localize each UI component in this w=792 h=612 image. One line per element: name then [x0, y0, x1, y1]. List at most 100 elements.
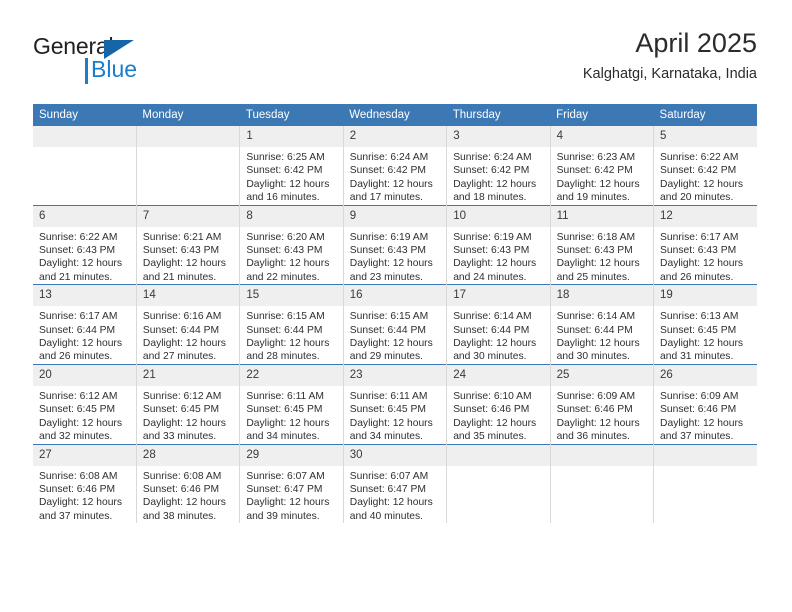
day-number: 2: [343, 126, 447, 147]
sunset-text: Sunset: 6:43 PM: [142, 245, 220, 257]
day-number: 21: [136, 364, 240, 386]
sunset-text: Sunset: 6:42 PM: [349, 165, 426, 177]
calendar-day-cell[interactable]: 21 Sunrise: 6:12 AM Sunset: 6:45 PM Dayligh…: [136, 363, 241, 444]
sunrise-text: Sunrise: 6:17 AM: [660, 231, 739, 243]
sunrise-sunset-calendar-table: Sunday Monday Tuesday Wednesday Thursday…: [33, 104, 757, 524]
calendar-day-cell[interactable]: 4 Sunrise: 6:23 AM Sunset: 6:42 PM Daylight…: [550, 126, 655, 206]
calendar-header-row-group: Sunday Monday Tuesday Wednesday Thursday…: [33, 104, 757, 126]
day-details: Sunrise: 6:24 AM Sunset: 6:42 PM Daylight:…: [344, 147, 446, 205]
sunset-text: Sunset: 6:43 PM: [349, 245, 426, 257]
calendar-day-cell[interactable]: 15 Sunrise: 6:15 AM Sunset: 6:44 PM Dayligh…: [239, 284, 344, 365]
calendar-day-cell[interactable]: 24 Sunrise: 6:10 AM Sunset: 6:46 PM Dayligh…: [446, 363, 551, 444]
calendar-day-cell[interactable]: 5 Sunrise: 6:22 AM Sunset: 6:42 PM Daylight…: [653, 126, 757, 206]
day-number: 25: [550, 364, 654, 386]
calendar-day-cell[interactable]: 7 Sunrise: 6:21 AM Sunset: 6:43 PM Daylight…: [136, 204, 241, 285]
page-header: General Blue April 2025 Kalghatgi, Karna…: [33, 26, 757, 94]
calendar-day-cell[interactable]: 17 Sunrise: 6:14 AM Sunset: 6:44 PM Dayligh…: [446, 284, 551, 365]
day-details: Sunrise: 6:21 AM Sunset: 6:43 PM Daylight:…: [137, 227, 239, 285]
calendar-day-cell[interactable]: 25 Sunrise: 6:09 AM Sunset: 6:46 PM Dayligh…: [550, 363, 655, 444]
calendar-day-cell[interactable]: 8 Sunrise: 6:20 AM Sunset: 6:43 PM Daylight…: [239, 204, 344, 285]
daylight-text: Daylight: 12 hours and 36 minutes.: [556, 417, 640, 443]
daylight-text: Daylight: 12 hours and 26 minutes.: [660, 258, 744, 283]
calendar-day-cell[interactable]: 18 Sunrise: 6:14 AM Sunset: 6:44 PM Dayligh…: [550, 284, 655, 365]
calendar-day-cell[interactable]: 13 Sunrise: 6:17 AM Sunset: 6:44 PM Dayligh…: [33, 284, 137, 365]
calendar-day-cell[interactable]: 20 Sunrise: 6:12 AM Sunset: 6:45 PM Dayligh…: [33, 363, 137, 444]
weekday-header-saturday: Saturday: [653, 104, 757, 126]
sunrise-text: Sunrise: 6:19 AM: [349, 231, 429, 243]
sunset-text: Sunset: 6:45 PM: [142, 404, 220, 416]
daylight-text: Daylight: 12 hours and 38 minutes.: [142, 497, 226, 522]
daylight-text: Daylight: 12 hours and 30 minutes.: [556, 338, 640, 363]
calendar-day-cell[interactable]: 3 Sunrise: 6:24 AM Sunset: 6:42 PM Daylight…: [446, 126, 551, 206]
calendar-day-cell[interactable]: 26 Sunrise: 6:09 AM Sunset: 6:46 PM Dayligh…: [653, 363, 757, 444]
calendar-week-row: 20 Sunrise: 6:12 AM Sunset: 6:45 PM Dayligh…: [33, 363, 757, 444]
sunset-text: Sunset: 6:44 PM: [39, 324, 116, 336]
sunrise-text: Sunrise: 6:22 AM: [660, 152, 739, 163]
sunset-text: Sunset: 6:42 PM: [246, 165, 323, 177]
day-number: 1: [240, 126, 343, 147]
sunset-text: Sunset: 6:42 PM: [453, 165, 530, 177]
calendar-day-cell[interactable]: 28 Sunrise: 6:08 AM Sunset: 6:46 PM Dayligh…: [136, 443, 241, 524]
day-number: 12: [654, 205, 757, 227]
calendar-day-cell[interactable]: 11 Sunrise: 6:18 AM Sunset: 6:43 PM Dayligh…: [550, 204, 655, 285]
sunset-text: Sunset: 6:44 PM: [453, 324, 530, 336]
calendar-day-cell[interactable]: 16 Sunrise: 6:15 AM Sunset: 6:44 PM Dayligh…: [343, 284, 448, 365]
general-blue-logo[interactable]: General Blue: [33, 32, 213, 88]
calendar-day-cell[interactable]: 1 Sunrise: 6:25 AM Sunset: 6:42 PM Daylight…: [239, 126, 344, 206]
calendar-day-cell[interactable]: 2 Sunrise: 6:24 AM Sunset: 6:42 PM Daylight…: [343, 126, 448, 206]
sunset-text: Sunset: 6:44 PM: [556, 324, 633, 336]
daylight-text: Daylight: 12 hours and 16 minutes.: [246, 178, 330, 204]
day-details: Sunrise: 6:15 AM Sunset: 6:44 PM Daylight:…: [344, 306, 446, 364]
calendar-empty-cell: [653, 443, 757, 524]
weekday-header-thursday: Thursday: [446, 104, 551, 126]
day-details: Sunrise: 6:17 AM Sunset: 6:43 PM Daylight:…: [654, 227, 757, 285]
daylight-text: Daylight: 12 hours and 28 minutes.: [246, 338, 330, 363]
sunrise-text: Sunrise: 6:08 AM: [142, 470, 222, 482]
sunrise-text: Sunrise: 6:25 AM: [246, 152, 325, 163]
calendar-day-cell[interactable]: 22 Sunrise: 6:11 AM Sunset: 6:45 PM Dayligh…: [239, 363, 344, 444]
calendar-day-cell[interactable]: 10 Sunrise: 6:19 AM Sunset: 6:43 PM Dayligh…: [446, 204, 551, 285]
day-number: 19: [654, 285, 757, 307]
sunrise-text: Sunrise: 6:07 AM: [246, 470, 325, 482]
daylight-text: Daylight: 12 hours and 21 minutes.: [39, 258, 122, 283]
sunrise-text: Sunrise: 6:10 AM: [453, 390, 532, 402]
calendar-day-cell[interactable]: 30 Sunrise: 6:07 AM Sunset: 6:47 PM Dayligh…: [343, 443, 448, 524]
day-details: Sunrise: 6:10 AM Sunset: 6:46 PM Daylight:…: [447, 386, 549, 444]
daylight-text: Daylight: 12 hours and 24 minutes.: [453, 258, 537, 283]
sunset-text: Sunset: 6:46 PM: [556, 404, 633, 416]
daylight-text: Daylight: 12 hours and 33 minutes.: [142, 417, 226, 443]
page-title: April 2025: [635, 28, 757, 58]
sunset-text: Sunset: 6:43 PM: [660, 245, 737, 257]
calendar-day-cell[interactable]: 27 Sunrise: 6:08 AM Sunset: 6:46 PM Dayligh…: [33, 443, 137, 524]
sunrise-text: Sunrise: 6:20 AM: [246, 231, 325, 243]
day-number: 6: [33, 205, 136, 227]
day-details: Sunrise: 6:09 AM Sunset: 6:46 PM Daylight:…: [551, 386, 653, 444]
calendar-day-cell[interactable]: 12 Sunrise: 6:17 AM Sunset: 6:43 PM Dayligh…: [653, 204, 757, 285]
sunrise-text: Sunrise: 6:15 AM: [349, 311, 429, 323]
day-number: 15: [240, 285, 343, 307]
day-number: [136, 126, 240, 147]
calendar-day-cell[interactable]: 29 Sunrise: 6:07 AM Sunset: 6:47 PM Dayligh…: [239, 443, 344, 524]
logo-text-blue: Blue: [91, 56, 138, 82]
title-block: April 2025 Kalghatgi, Karnataka, India: [583, 26, 757, 85]
calendar-day-cell[interactable]: 23 Sunrise: 6:11 AM Sunset: 6:45 PM Dayligh…: [343, 363, 448, 444]
day-details: Sunrise: 6:11 AM Sunset: 6:45 PM Daylight:…: [344, 386, 446, 444]
day-number: 23: [343, 364, 447, 386]
day-details: Sunrise: 6:22 AM Sunset: 6:42 PM Daylight:…: [654, 147, 757, 205]
calendar-day-cell[interactable]: 14 Sunrise: 6:16 AM Sunset: 6:44 PM Dayligh…: [136, 284, 241, 365]
calendar-day-cell[interactable]: 9 Sunrise: 6:19 AM Sunset: 6:43 PM Daylight…: [343, 204, 448, 285]
daylight-text: Daylight: 12 hours and 29 minutes.: [349, 338, 433, 363]
day-number: [447, 444, 550, 466]
sunset-text: Sunset: 6:42 PM: [660, 165, 737, 177]
day-number: 24: [447, 364, 550, 386]
sunset-text: Sunset: 6:42 PM: [556, 165, 633, 177]
day-number: 30: [343, 444, 447, 466]
sunrise-text: Sunrise: 6:13 AM: [660, 311, 739, 323]
day-number: 8: [240, 205, 343, 227]
day-details: Sunrise: 6:14 AM Sunset: 6:44 PM Daylight:…: [447, 306, 549, 364]
calendar-day-cell[interactable]: 6 Sunrise: 6:22 AM Sunset: 6:43 PM Daylight…: [33, 204, 137, 285]
calendar-day-cell[interactable]: 19 Sunrise: 6:13 AM Sunset: 6:45 PM Dayligh…: [653, 284, 757, 365]
sunrise-text: Sunrise: 6:24 AM: [349, 152, 429, 163]
weekday-header-tuesday: Tuesday: [239, 104, 344, 126]
calendar-week-row: 27 Sunrise: 6:08 AM Sunset: 6:46 PM Dayligh…: [33, 443, 757, 524]
